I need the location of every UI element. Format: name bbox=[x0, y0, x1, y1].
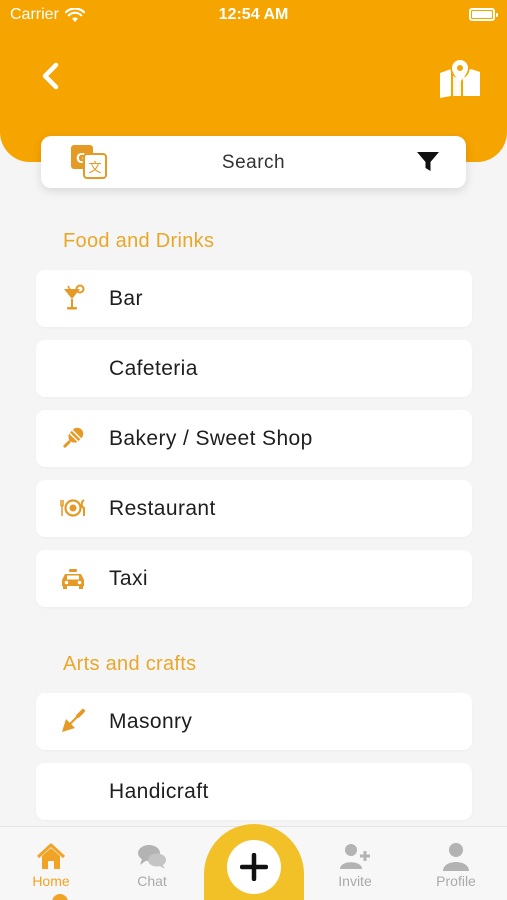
category-label: Bar bbox=[109, 287, 143, 310]
add-button-circle bbox=[227, 840, 281, 894]
category-item-bakery[interactable]: Bakery / Sweet Shop bbox=[36, 410, 472, 467]
category-label: Taxi bbox=[109, 567, 148, 590]
category-item-restaurant[interactable]: Restaurant bbox=[36, 480, 472, 537]
home-icon bbox=[36, 843, 66, 869]
back-button[interactable] bbox=[36, 60, 68, 92]
chat-icon bbox=[138, 845, 166, 869]
tab-chat[interactable]: Chat bbox=[112, 827, 192, 900]
category-item-cafeteria[interactable]: Cafeteria bbox=[36, 340, 472, 397]
status-time: 12:54 AM bbox=[218, 6, 289, 23]
tab-label: Chat bbox=[137, 873, 167, 889]
ice-cream-icon bbox=[63, 427, 84, 448]
category-label: Cafeteria bbox=[109, 357, 198, 380]
section-title-arts: Arts and crafts bbox=[63, 653, 197, 675]
category-item-bar[interactable]: Bar bbox=[36, 270, 472, 327]
search-label: Search bbox=[221, 152, 286, 173]
status-bar: Carrier 12:54 AM bbox=[0, 0, 507, 32]
trowel-icon bbox=[62, 709, 85, 732]
tab-label: Home bbox=[32, 873, 70, 889]
section-title-food: Food and Drinks bbox=[63, 230, 215, 252]
taxi-icon bbox=[62, 569, 84, 589]
category-label: Masonry bbox=[109, 710, 193, 733]
chevron-left-icon bbox=[42, 62, 59, 90]
tab-invite[interactable]: Invite bbox=[315, 827, 395, 900]
tab-label: Invite bbox=[338, 873, 372, 889]
plus-icon bbox=[240, 853, 268, 881]
filter-icon[interactable] bbox=[416, 151, 440, 173]
tab-profile[interactable]: Profile bbox=[416, 827, 496, 900]
category-item-masonry[interactable]: Masonry bbox=[36, 693, 472, 750]
tab-label: Profile bbox=[436, 873, 476, 889]
user-icon bbox=[443, 843, 469, 871]
map-button[interactable] bbox=[438, 58, 482, 98]
add-user-icon bbox=[340, 844, 370, 869]
cocktail-icon bbox=[64, 284, 85, 310]
category-label: Restaurant bbox=[109, 497, 216, 520]
category-label: Bakery / Sweet Shop bbox=[109, 427, 313, 450]
category-item-handicraft[interactable]: Handicraft bbox=[36, 763, 472, 820]
search-bar[interactable]: G 文 Search bbox=[41, 136, 466, 188]
tab-home[interactable]: Home bbox=[11, 827, 91, 900]
active-tab-indicator bbox=[52, 894, 68, 900]
battery-icon bbox=[469, 8, 498, 21]
category-item-taxi[interactable]: Taxi bbox=[36, 550, 472, 607]
map-pin-icon bbox=[440, 59, 480, 98]
category-label: Handicraft bbox=[109, 780, 209, 803]
plate-cutlery-icon bbox=[60, 499, 85, 517]
